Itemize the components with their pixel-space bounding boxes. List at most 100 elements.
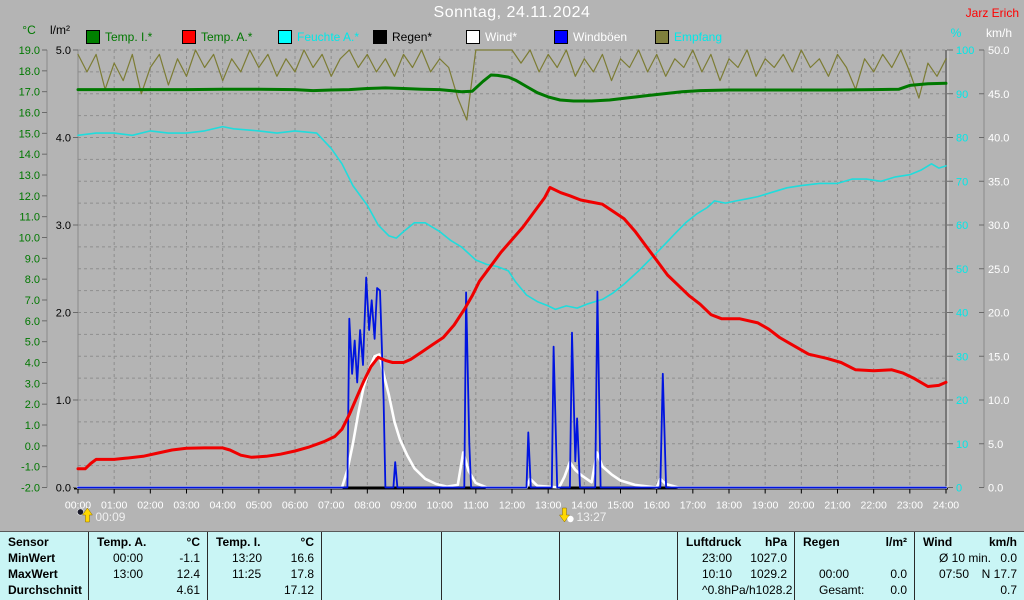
table-row <box>442 566 559 582</box>
table-row: 0.7 <box>915 582 1024 598</box>
legend-label: Wind* <box>485 30 517 44</box>
table-row: 23:001027.0 <box>678 550 794 566</box>
column-header: Temp. A. <box>97 534 146 550</box>
time-tick-label: 19:00 <box>752 500 778 512</box>
time-tick-label: 12:00 <box>499 500 525 512</box>
temp-tick-label: 2.0 <box>25 399 40 411</box>
time-tick-label: 15:00 <box>607 500 633 512</box>
table-row: 00:00-1.1 <box>89 550 207 566</box>
legend-label: Temp. A.* <box>201 30 252 44</box>
legend-swatch <box>655 30 669 44</box>
temp-tick-label: 0.0 <box>25 441 40 453</box>
column-header-row: LuftdruckhPa <box>678 534 794 550</box>
time-tick-label: 23:00 <box>897 500 923 512</box>
column-unit: °C <box>301 534 314 550</box>
humidity-tick-label: 50 <box>956 264 968 276</box>
humidity-tick-label: 70 <box>956 176 968 188</box>
wind-tick-label: 50.0 <box>988 45 1009 57</box>
temp-tick-label: 6.0 <box>25 316 40 328</box>
temp-tick-label: 18.0 <box>19 66 40 78</box>
table-row <box>560 550 677 566</box>
wind-axis-header: km/h <box>981 26 1017 40</box>
wind-tick-label: 25.0 <box>988 264 1009 276</box>
table-column-wind: Windkm/hØ 10 min.0.007:50N 17.70.7 <box>914 532 1024 600</box>
cell-time <box>568 550 584 566</box>
temp-tick-label: 1.0 <box>25 420 40 432</box>
legend-item-temp-a-[interactable]: Temp. A.* <box>182 30 252 44</box>
cell-time <box>923 582 939 598</box>
wind-tick-label: 10.0 <box>988 395 1009 407</box>
temp-tick-label: -2.0 <box>21 483 40 495</box>
cell-value: 17.8 <box>291 566 314 582</box>
station-owner: Jarz Erich <box>966 6 1019 20</box>
column-header-row: Temp. A.°C <box>89 534 207 550</box>
temp-tick-label: 3.0 <box>25 378 40 390</box>
legend-label: Feuchte A.* <box>297 30 359 44</box>
time-tick-label: 10:00 <box>427 500 453 512</box>
time-tick-label: 22:00 <box>861 500 887 512</box>
cell-time: Ø 10 min. <box>923 550 991 566</box>
table-row: 11:25 17.8 <box>208 566 321 582</box>
cell-time <box>330 566 346 582</box>
legend-swatch <box>86 30 100 44</box>
column-header-row: Windkm/h <box>915 534 1024 550</box>
humidity-tick-label: 60 <box>956 220 968 232</box>
statistics-table: SensorMinWertMaxWertDurchschnittTemp. A.… <box>0 531 1024 600</box>
table-row: 4.61 <box>89 582 207 598</box>
column-header-row <box>322 534 441 550</box>
table-row <box>560 566 677 582</box>
cell-time: 00:00 <box>803 566 849 582</box>
cell-time: ^0.8hPa/h <box>686 582 756 598</box>
cell-value: 0.0 <box>890 566 907 582</box>
legend-item-empfang[interactable]: Empfang <box>655 30 722 44</box>
table-row: 13:2016.6 <box>208 550 321 566</box>
legend-item-windb-en[interactable]: Windböen <box>554 30 627 44</box>
table-column-empty-2 <box>321 532 441 600</box>
humidity-tick-label: 80 <box>956 133 968 145</box>
column-header: Wind <box>923 534 952 550</box>
legend-item-feuchte-a-[interactable]: Feuchte A.* <box>278 30 359 44</box>
humidity-tick-label: 0 <box>956 483 962 495</box>
cell-time <box>330 582 346 598</box>
legend-item-temp-i-[interactable]: Temp. I.* <box>86 30 152 44</box>
cell-time <box>450 582 466 598</box>
cell-time: 13:20 <box>216 550 262 566</box>
table-column-empty-4 <box>559 532 677 600</box>
table-row <box>560 582 677 598</box>
time-tick-label: 02:00 <box>137 500 163 512</box>
wind-tick-label: 45.0 <box>988 89 1009 101</box>
row-label: MinWert <box>0 550 88 566</box>
column-header-row <box>560 534 677 550</box>
wind-tick-label: 40.0 <box>988 133 1009 145</box>
moon-marker-label: 13:27 <box>576 510 606 524</box>
cell-value: 0.0 <box>890 582 907 598</box>
table-row: Gesamt:0.0 <box>795 582 914 598</box>
temp-tick-label: 10.0 <box>19 233 40 245</box>
legend-item-regen-[interactable]: Regen* <box>373 30 432 44</box>
time-tick-label: 16:00 <box>644 500 670 512</box>
table-row-labels: SensorMinWertMaxWertDurchschnitt <box>0 532 88 600</box>
cell-value: 1027.0 <box>750 550 787 566</box>
time-tick-label: 05:00 <box>246 500 272 512</box>
time-tick-label: 20:00 <box>788 500 814 512</box>
rain-tick-label: 3.0 <box>56 220 71 232</box>
temp-tick-label: -1.0 <box>21 462 40 474</box>
temp-tick-label: 14.0 <box>19 149 40 161</box>
table-column-temp-i-: Temp. I.°C13:2016.611:2517.817.12 <box>207 532 321 600</box>
table-row: 00:00 0.0 <box>795 566 914 582</box>
legend-label: Temp. I.* <box>105 30 152 44</box>
legend-item-wind-[interactable]: Wind* <box>466 30 517 44</box>
table-row: 10:101029.2 <box>678 566 794 582</box>
wind-tick-label: 30.0 <box>988 220 1009 232</box>
table-row <box>442 550 559 566</box>
cell-time: 11:25 <box>216 566 261 582</box>
humidity-tick-label: 20 <box>956 395 968 407</box>
rain-tick-label: 1.0 <box>56 395 71 407</box>
time-tick-label: 06:00 <box>282 500 308 512</box>
time-tick-label: 09:00 <box>390 500 416 512</box>
cell-time: 07:50 <box>923 566 969 582</box>
time-tick-label: 08:00 <box>354 500 380 512</box>
cell-value: 1028.2 <box>756 582 793 598</box>
time-tick-label: 24:00 <box>933 500 959 512</box>
rain-axis-header: l/m² <box>42 23 78 37</box>
